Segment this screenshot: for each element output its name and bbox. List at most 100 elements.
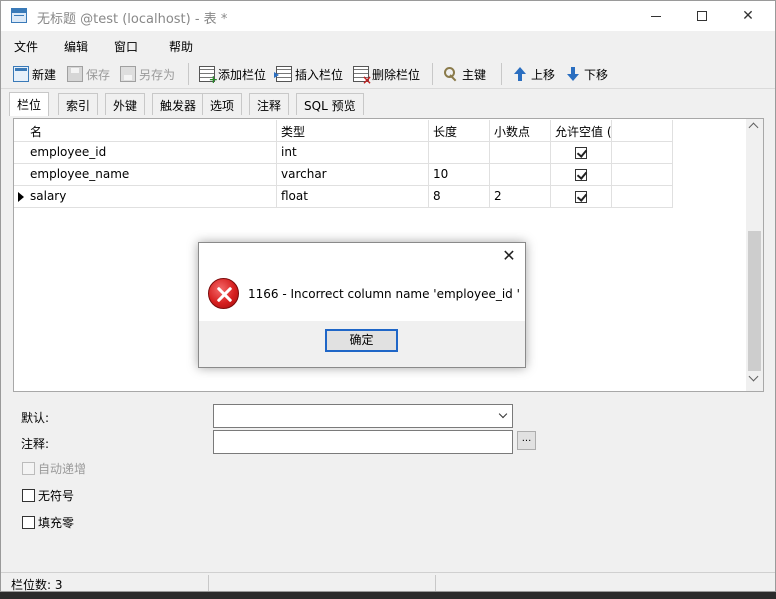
menu-file[interactable]: 文件 <box>14 38 38 55</box>
field-count: 栏位数: 3 <box>11 578 63 592</box>
close-icon: ✕ <box>742 8 754 24</box>
auto-increment-checkbox[interactable] <box>22 462 35 475</box>
menu-window[interactable]: 窗口 <box>114 38 138 55</box>
tab-comment[interactable]: 注释 <box>249 93 290 115</box>
primary-key-button[interactable]: 主键 <box>443 65 486 83</box>
comment-edit-button[interactable]: ... <box>517 431 536 450</box>
dialog-title-bar: ✕ <box>199 243 525 269</box>
column-header-decimals[interactable]: 小数点 <box>490 120 551 142</box>
comment-field[interactable] <box>213 430 513 454</box>
column-header-length[interactable]: 长度 <box>429 120 490 142</box>
field-length-cell[interactable]: 10 <box>429 164 490 186</box>
field-name-cell[interactable]: employee_name <box>26 164 277 186</box>
menu-edit[interactable]: 编辑 <box>64 38 88 55</box>
default-label: 默认: <box>21 411 50 425</box>
dialog-close-icon[interactable]: ✕ <box>499 246 519 266</box>
column-header-name[interactable]: 名 <box>26 120 277 142</box>
tab-sql-preview[interactable]: SQL 预览 <box>296 93 364 115</box>
new-button[interactable]: 新建 <box>13 65 56 83</box>
allow-null-cell[interactable] <box>551 186 612 208</box>
tab-fields[interactable]: 栏位 <box>9 92 50 116</box>
scroll-down-icon[interactable] <box>748 371 759 382</box>
row-indicator[interactable] <box>14 164 26 186</box>
allow-null-cell[interactable] <box>551 142 612 164</box>
tab-triggers[interactable]: 触发器 <box>152 93 205 115</box>
column-header-extra[interactable] <box>612 120 673 142</box>
allow-null-cell[interactable] <box>551 164 612 186</box>
unsigned-option[interactable]: 无符号 <box>22 487 74 504</box>
primary-key-label: 主键 <box>462 67 487 82</box>
field-name-cell[interactable]: salary <box>26 186 277 208</box>
zerofill-checkbox[interactable] <box>22 516 35 529</box>
add-field-label: 添加栏位 <box>218 67 267 82</box>
delete-field-icon <box>353 66 372 87</box>
allow-null-checkbox[interactable] <box>575 169 587 181</box>
move-down-button[interactable]: 下移 <box>565 65 608 83</box>
tab-foreign-keys[interactable]: 外键 <box>105 93 146 115</box>
allow-null-checkbox[interactable] <box>575 147 587 159</box>
extra-cell[interactable] <box>612 142 673 164</box>
auto-increment-label: 自动递增 <box>38 462 87 476</box>
tab-indexes[interactable]: 索引 <box>58 93 99 115</box>
allow-null-checkbox[interactable] <box>575 191 587 203</box>
save-icon <box>67 66 83 82</box>
insert-field-button[interactable]: 插入栏位 <box>274 65 343 83</box>
maximize-button[interactable] <box>679 1 725 31</box>
delete-field-button[interactable]: 删除栏位 <box>353 65 420 87</box>
zerofill-label: 填充零 <box>38 516 75 530</box>
save-button[interactable]: 保存 <box>67 65 110 83</box>
status-divider <box>208 575 209 591</box>
row-indicator[interactable] <box>14 186 26 208</box>
minimize-button[interactable] <box>633 1 679 31</box>
arrow-up-icon <box>512 66 528 82</box>
extra-cell[interactable] <box>612 164 673 186</box>
move-up-button[interactable]: 上移 <box>512 65 555 83</box>
field-name-cell[interactable]: employee_id <box>26 142 277 164</box>
save-label: 保存 <box>86 67 111 82</box>
field-length-cell[interactable] <box>429 142 490 164</box>
arrow-down-icon <box>565 66 581 82</box>
menu-help[interactable]: 帮助 <box>169 38 193 55</box>
field-decimals-cell[interactable]: 2 <box>490 186 551 208</box>
auto-increment-option[interactable]: 自动递增 <box>22 460 86 477</box>
maximize-icon <box>697 11 707 21</box>
column-header-allow-null[interactable]: 允许空值 ( <box>551 120 612 142</box>
tab-options[interactable]: 选项 <box>202 93 243 115</box>
default-value-combo[interactable] <box>213 404 513 428</box>
field-type-cell[interactable]: int <box>277 142 429 164</box>
new-table-icon <box>13 66 29 82</box>
scroll-up-icon[interactable] <box>748 122 759 133</box>
dialog-body: 1166 - Incorrect column name 'employee_i… <box>199 269 525 321</box>
status-divider <box>435 575 436 591</box>
column-header-type[interactable]: 类型 <box>277 120 429 142</box>
toolbar-separator <box>432 63 433 85</box>
grid-vertical-scrollbar[interactable] <box>746 119 763 391</box>
ok-button[interactable]: 确定 <box>325 329 398 352</box>
table-app-icon <box>11 8 27 23</box>
table-designer-window: 无标题 @test (localhost) - 表 * ✕ 文件 编辑 窗口 帮… <box>0 0 776 592</box>
chevron-down-icon[interactable] <box>498 409 508 419</box>
save-as-button[interactable]: 另存为 <box>120 65 175 83</box>
row-indicator[interactable] <box>14 142 26 164</box>
field-decimals-cell[interactable] <box>490 164 551 186</box>
zerofill-option[interactable]: 填充零 <box>22 514 74 531</box>
move-down-label: 下移 <box>584 67 609 82</box>
toolbar-separator <box>188 63 189 85</box>
table-row[interactable]: salary float 8 2 <box>14 186 673 208</box>
save-as-icon <box>120 66 136 82</box>
scrollbar-thumb[interactable] <box>748 231 761 371</box>
field-length-cell[interactable]: 8 <box>429 186 490 208</box>
close-button[interactable]: ✕ <box>725 1 771 31</box>
unsigned-checkbox[interactable] <box>22 489 35 502</box>
field-type-cell[interactable]: float <box>277 186 429 208</box>
field-type-cell[interactable]: varchar <box>277 164 429 186</box>
move-up-label: 上移 <box>531 67 556 82</box>
add-field-button[interactable]: 添加栏位 <box>199 65 267 86</box>
grid-header-row: 名 类型 长度 小数点 允许空值 ( <box>14 120 673 142</box>
field-decimals-cell[interactable] <box>490 142 551 164</box>
table-row[interactable]: employee_id int <box>14 142 673 164</box>
table-row[interactable]: employee_name varchar 10 <box>14 164 673 186</box>
extra-cell[interactable] <box>612 186 673 208</box>
add-field-icon <box>199 66 218 86</box>
toolbar: 新建 保存 另存为 添加栏位 插入栏位 删除栏位 主键 <box>1 59 775 89</box>
